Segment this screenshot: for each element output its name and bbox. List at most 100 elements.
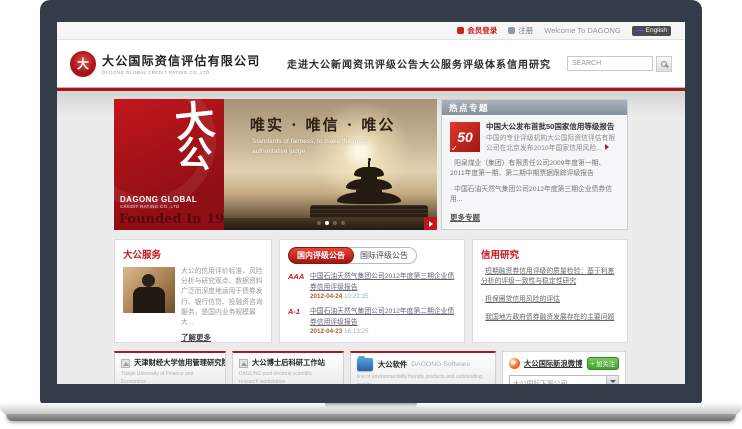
badge-50-icon: 50 — [450, 122, 480, 152]
tab-international-ratings[interactable]: 国际评级公告 — [347, 247, 417, 264]
hot-topic-item-link[interactable]: 中国石油天然气集团公司2012年度第三期企业债券信用... — [450, 185, 619, 205]
hot-topic-summary: 中国的专业评级机构大公国际资信评估有限公司在北京发布2010年国家信用风险... — [486, 134, 619, 154]
member-login-link[interactable]: 会员登录 — [457, 25, 497, 36]
partner-subtitle: DAGONG post-doctoral scientific research… — [239, 371, 337, 384]
brand-line-1: DAGONG GLOBAL — [120, 195, 197, 204]
nav-item-research[interactable]: 信用研究 — [507, 56, 551, 71]
temple-of-heaven-silhouette — [310, 158, 428, 218]
announcement-row: A+ 兖矿集团有限公司2004年度企业债券跟踪评级报告 2012-04-17 1… — [288, 341, 456, 343]
carousel-dots — [317, 221, 345, 225]
laptop-bottom — [6, 414, 736, 421]
services-text: 大公的信用评价标准，风险分析与研究观点、数据资料广泛而深度地运用于债券发行、银行… — [181, 267, 263, 328]
photo-icon — [121, 359, 130, 368]
member-icon — [457, 27, 464, 34]
nav-item-news[interactable]: 新闻资讯 — [331, 56, 375, 71]
weibo-icon — [509, 358, 520, 369]
calligraphy-char-2: 公 — [176, 137, 214, 173]
carousel-dot-2-active[interactable] — [325, 221, 329, 225]
search-icon — [661, 61, 667, 67]
dagong-logo-icon: 大 — [70, 51, 96, 77]
partner-title: 大公博士后科研工作站 — [252, 358, 325, 368]
english-switch-button[interactable]: English — [632, 26, 671, 36]
select-dropdown-button[interactable] — [606, 376, 618, 384]
services-box: 大公服务 大公的信用评价标准，风险分析与研究观点、数据资料广泛而深度地运用于债券… — [114, 239, 272, 343]
subsidiary-select[interactable]: 大公国际下属公司 — [509, 375, 619, 384]
partner-box-postdoc[interactable]: 大公博士后科研工作站 DAGONG post-doctoral scientif… — [232, 351, 344, 384]
services-title: 大公服务 — [123, 247, 263, 261]
next-arrow-icon — [429, 221, 433, 227]
announcement-date: 2012-04-23 — [310, 328, 342, 335]
search-input[interactable] — [567, 56, 653, 71]
learn-more-link[interactable]: 了解更多 — [181, 332, 211, 343]
announcements-box: 国内评级公告 国际评级公告 AAA 中国石油天然气集团公司2012年度第三期企业… — [279, 239, 465, 343]
nav-item-rating-system[interactable]: 评级体系 — [463, 56, 507, 71]
announcement-link[interactable]: 中国石油天然气集团公司2012年度第二期企业债券信用评级报告 — [310, 308, 454, 326]
welcome-text: Welcome To DAGONG — [544, 26, 620, 35]
laptop-notch — [325, 403, 417, 408]
announcement-row: A-1 中国石油天然气集团公司2012年度第二期企业债券信用评级报告 2012-… — [288, 306, 456, 335]
nav-item-announcements[interactable]: 评级公告 — [375, 56, 419, 71]
announcement-time: 16:13:25 — [344, 328, 369, 335]
founded-text: Founded In 1994 — [119, 212, 224, 227]
carousel-dot-4[interactable] — [341, 221, 345, 225]
calligraphy: 大 公 — [175, 103, 215, 171]
software-title-cn: 大公软件 — [378, 360, 407, 370]
partner-title: 天津财经大学信用管理研究院 — [134, 358, 226, 368]
banner-slogan: 唯实 · 唯信 · 唯公 — [250, 114, 395, 135]
announcement-time: 10:22:35 — [344, 293, 369, 300]
english-label: English — [646, 27, 667, 34]
tab-domestic-ratings[interactable]: 国内评级公告 — [288, 247, 354, 264]
brand-panel: 大 公 DAGONG GLOBAL CREDIT RATING CO.,LTD … — [114, 99, 224, 230]
photo-icon — [239, 359, 248, 368]
weibo-link[interactable]: 大公国际新浪微博 — [524, 359, 582, 369]
research-title: 信用研究 — [481, 247, 619, 261]
banner-row: 大 公 DAGONG GLOBAL CREDIT RATING CO.,LTD … — [114, 99, 628, 230]
partner-box-tianjin[interactable]: 天津财经大学信用管理研究院 Tianjin University of Fina… — [114, 351, 226, 384]
register-link[interactable]: 注册 — [508, 25, 533, 36]
banner-slogan-en-line1: Standards of fairness, to make the most — [252, 137, 367, 147]
partner-subtitle: Tianjin University of Finance and Econom… — [121, 371, 219, 384]
register-icon — [508, 27, 515, 34]
search-button[interactable] — [656, 56, 672, 72]
hot-topics-panel: 热点专题 50 中国大公发布首批50国家信用等级报告 中国的专业评级机构大公国际… — [441, 99, 628, 230]
research-box: 信用研究 短期融资券信用评级的质量检验：基于利差分析的评级一致性与稳定性研究 担… — [472, 239, 628, 343]
software-title-en: DAGONG Software — [411, 361, 470, 368]
banner-slogan-en: Standards of fairness, to make the most … — [252, 137, 367, 157]
laptop-bezel: 会员登录 注册 Welcome To DAGONG English 大 大公国际… — [40, 0, 702, 404]
follow-button[interactable]: + 加关注 — [587, 357, 619, 370]
announcement-row: AAA 中国石油天然气集团公司2012年度第三期企业债券信用评级报告 2012-… — [288, 271, 456, 300]
carousel-slide[interactable]: 唯实 · 唯信 · 唯公 Standards of fairness, to m… — [224, 99, 437, 230]
member-login-label: 会员登录 — [467, 25, 497, 36]
nav-item-services[interactable]: 大公服务 — [419, 56, 463, 71]
main-area: 大 公 DAGONG GLOBAL CREDIT RATING CO.,LTD … — [57, 91, 685, 384]
rating-badge: A-1 — [288, 306, 306, 335]
research-link[interactable]: 我国地方政府债券融资发展存在的主要问题 — [485, 314, 614, 321]
research-link[interactable]: 短期融资券信用评级的质量检验：基于利差分析的评级一致性与稳定性研究 — [481, 268, 614, 285]
banner-slogan-en-line2: authoritative judge — [252, 147, 367, 157]
hot-topic-item-link[interactable]: 阳泉煤业（集团）有限责任公司2009年度第一期、2011年度第一期、第二期中期票… — [450, 159, 619, 179]
research-link[interactable]: 担保圈贷信用风险的评估 — [485, 296, 560, 303]
software-subtitle: line of environmentally friendly product… — [357, 374, 489, 384]
page: 会员登录 注册 Welcome To DAGONG English 大 大公国际… — [0, 0, 742, 429]
topbar: 会员登录 注册 Welcome To DAGONG English — [57, 22, 685, 40]
folder-icon — [357, 358, 373, 371]
more-topics-link[interactable]: 更多专题 — [450, 212, 480, 223]
chevron-down-icon — [610, 380, 616, 383]
businessman-photo — [123, 267, 175, 313]
site-header: 大 大公国际资信评估有限公司 DAGONG GLOBAL CREDIT RATI… — [57, 40, 685, 87]
announcement-date: 2012-04-24 — [310, 293, 342, 300]
announcement-link[interactable]: 中国石油天然气集团公司2012年度第三期企业债券信用评级报告 — [310, 273, 454, 291]
nav-item-about[interactable]: 走进大公 — [287, 56, 331, 71]
register-label: 注册 — [518, 25, 533, 36]
carousel-dot-1[interactable] — [317, 221, 321, 225]
carousel-next-button[interactable] — [424, 217, 437, 230]
carousel-dot-3[interactable] — [333, 221, 337, 225]
brand-line-2: CREDIT RATING CO.,LTD — [120, 204, 197, 209]
announcement-tabs: 国内评级公告 国际评级公告 — [288, 247, 456, 264]
hot-topic-headline-link[interactable]: 中国大公发布首批50国家信用等级报告 — [486, 122, 619, 132]
subsidiary-select-value: 大公国际下属公司 — [510, 376, 606, 384]
software-box[interactable]: 大公软件 DAGONG Software line of environment… — [350, 351, 496, 384]
rating-badge: AAA — [288, 271, 306, 300]
site-logo[interactable]: 大 大公国际资信评估有限公司 DAGONG GLOBAL CREDIT RATI… — [70, 51, 265, 77]
main-nav: 走进大公 新闻资讯 评级公告 大公服务 评级体系 信用研究 — [265, 56, 567, 71]
